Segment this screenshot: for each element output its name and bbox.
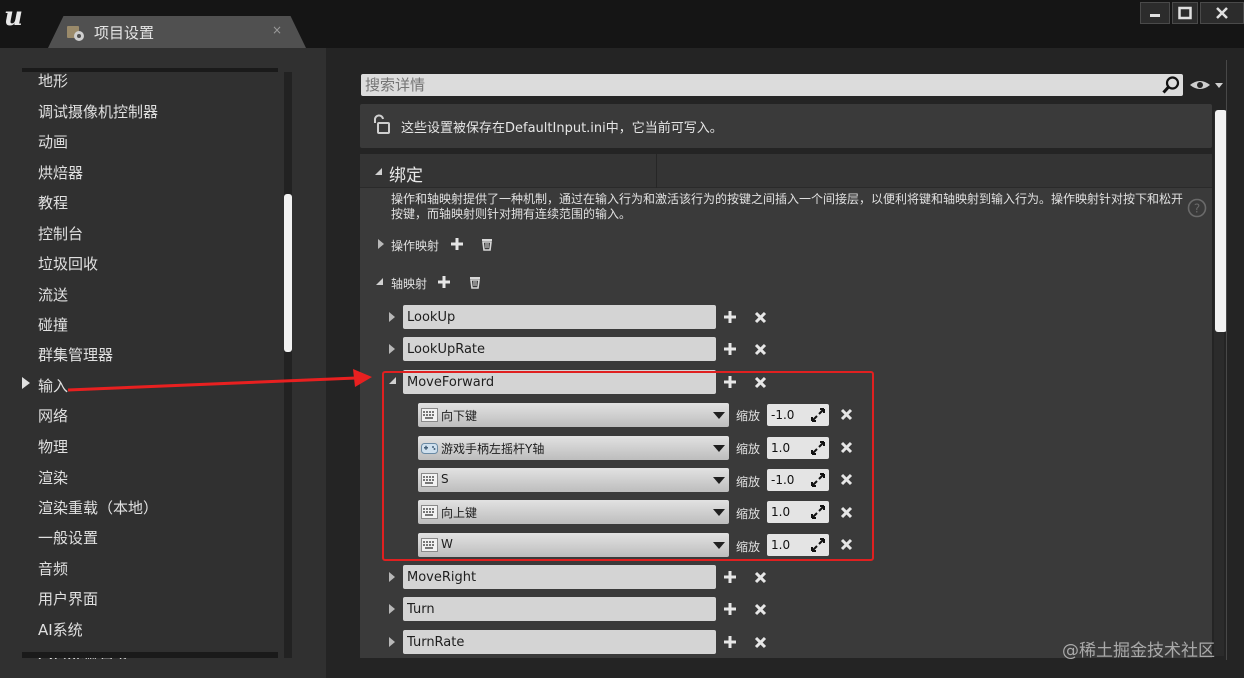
collapse-axis-mappings-icon[interactable] xyxy=(375,277,384,286)
bindings-description: 操作和轴映射提供了一种机制，通过在输入行为和激活该行为的按键之间插入一个间接层，… xyxy=(391,192,1184,221)
minimize-icon xyxy=(1150,14,1160,17)
axis-name-field xyxy=(403,630,716,654)
maximize-button[interactable] xyxy=(1172,2,1198,24)
add-key-icon[interactable] xyxy=(723,602,737,616)
sidebar-item-garbage-collection[interactable]: 垃圾回收 xyxy=(38,253,98,274)
selected-arrow-icon xyxy=(22,377,30,389)
add-key-icon[interactable] xyxy=(723,310,737,324)
expand-axis-mapping-icon[interactable] xyxy=(389,572,395,582)
close-window-button[interactable] xyxy=(1200,2,1244,24)
sidebar-item-ai-system[interactable]: AI系统 xyxy=(38,619,83,640)
bindings-section-title: 绑定 xyxy=(389,166,423,186)
sidebar-scrollbar-thumb[interactable] xyxy=(284,194,292,352)
tab-close-icon[interactable]: × xyxy=(272,23,282,37)
add-key-icon[interactable] xyxy=(723,570,737,584)
search-box xyxy=(361,74,1183,96)
sidebar-item-console[interactable]: 控制台 xyxy=(38,223,83,244)
close-icon xyxy=(1216,7,1228,19)
panel-edge xyxy=(1226,60,1227,660)
axis-name-field xyxy=(403,337,716,361)
axis-name-field xyxy=(403,305,716,329)
expand-axis-mapping-icon[interactable] xyxy=(389,344,395,354)
highlight-box xyxy=(382,371,874,561)
unreal-logo-icon: u xyxy=(4,2,23,32)
minimize-button[interactable] xyxy=(1140,2,1170,24)
remove-axis-mapping-icon[interactable] xyxy=(754,603,767,616)
sidebar-item-landscape[interactable]: 地形 xyxy=(38,70,68,91)
sidebar-item-rendering-overrides[interactable]: 渲染重载（本地） xyxy=(38,497,158,518)
sidebar-item-cooker[interactable]: 烘焙器 xyxy=(38,162,83,183)
sidebar-item-tutorials[interactable]: 教程 xyxy=(38,192,68,213)
sidebar-item-general-settings[interactable]: 一般设置 xyxy=(38,527,98,548)
expand-axis-mapping-icon[interactable] xyxy=(389,604,395,614)
axis-name-input[interactable] xyxy=(407,305,707,329)
search-input[interactable] xyxy=(365,74,1155,96)
axis-name-input[interactable] xyxy=(407,565,707,589)
axis-name-input[interactable] xyxy=(407,597,707,621)
sidebar-item-animation[interactable]: 动画 xyxy=(38,131,68,152)
tab-title: 项目设置 xyxy=(94,24,155,42)
settings-gear-icon xyxy=(67,26,84,41)
expand-action-mappings-icon[interactable] xyxy=(378,239,384,249)
axis-name-field xyxy=(403,565,716,589)
remove-axis-mapping-icon[interactable] xyxy=(754,343,767,356)
add-action-mapping-icon[interactable] xyxy=(450,237,464,251)
svg-text:?: ? xyxy=(1194,202,1200,216)
axis-name-input[interactable] xyxy=(407,630,707,654)
config-file-info-text: 这些设置被保存在DefaultInput.ini中，它当前可写入。 xyxy=(401,121,723,136)
list-bottom-shadow xyxy=(22,652,278,658)
sidebar-item-debug-camera[interactable]: 调试摄像机控制器 xyxy=(38,101,158,122)
expand-axis-mapping-icon[interactable] xyxy=(389,637,395,647)
remove-axis-mapping-icon[interactable] xyxy=(754,311,767,324)
sidebar-item-rendering[interactable]: 渲染 xyxy=(38,467,68,488)
help-icon[interactable]: ? xyxy=(1187,198,1207,218)
add-key-icon[interactable] xyxy=(723,635,737,649)
axis-mappings-label: 轴映射 xyxy=(391,277,428,291)
expand-axis-mapping-icon[interactable] xyxy=(389,312,395,322)
watermark: @稀土掘金技术社区 xyxy=(1062,641,1215,661)
axis-name-input[interactable] xyxy=(407,337,707,361)
tab-project-settings[interactable]: 项目设置 × xyxy=(48,16,306,48)
clear-axis-mappings-trash-icon[interactable] xyxy=(468,275,482,289)
sidebar-item-user-interface[interactable]: 用户界面 xyxy=(38,588,98,609)
sidebar-item-physics[interactable]: 物理 xyxy=(38,436,68,457)
title-bar: u 项目设置 × xyxy=(0,0,1244,48)
maximize-icon xyxy=(1178,6,1192,20)
bindings-section-header[interactable] xyxy=(360,154,1212,188)
remove-axis-mapping-icon[interactable] xyxy=(754,571,767,584)
sidebar-item-streaming[interactable]: 流送 xyxy=(38,284,68,305)
sidebar-item-input[interactable]: 输入 xyxy=(38,375,68,396)
remove-axis-mapping-icon[interactable] xyxy=(754,636,767,649)
view-options-eye-icon[interactable] xyxy=(1189,78,1225,92)
sidebar-item-audio[interactable]: 音频 xyxy=(38,558,68,579)
sidebar-item-network[interactable]: 网络 xyxy=(38,405,68,426)
unlocked-icon xyxy=(374,114,390,134)
clear-action-mappings-trash-icon[interactable] xyxy=(480,237,494,251)
sidebar-item-collision[interactable]: 碰撞 xyxy=(38,314,68,335)
header-divider xyxy=(656,154,657,188)
add-axis-mapping-icon[interactable] xyxy=(437,275,451,289)
add-key-icon[interactable] xyxy=(723,342,737,356)
sidebar-scrollbar-track[interactable] xyxy=(284,72,292,658)
search-icon[interactable] xyxy=(1161,75,1181,95)
sidebar-item-crowd-manager[interactable]: 群集管理器 xyxy=(38,344,113,365)
axis-name-field xyxy=(403,597,716,621)
action-mappings-label: 操作映射 xyxy=(391,239,440,253)
collapse-triangle-icon[interactable] xyxy=(374,167,383,176)
